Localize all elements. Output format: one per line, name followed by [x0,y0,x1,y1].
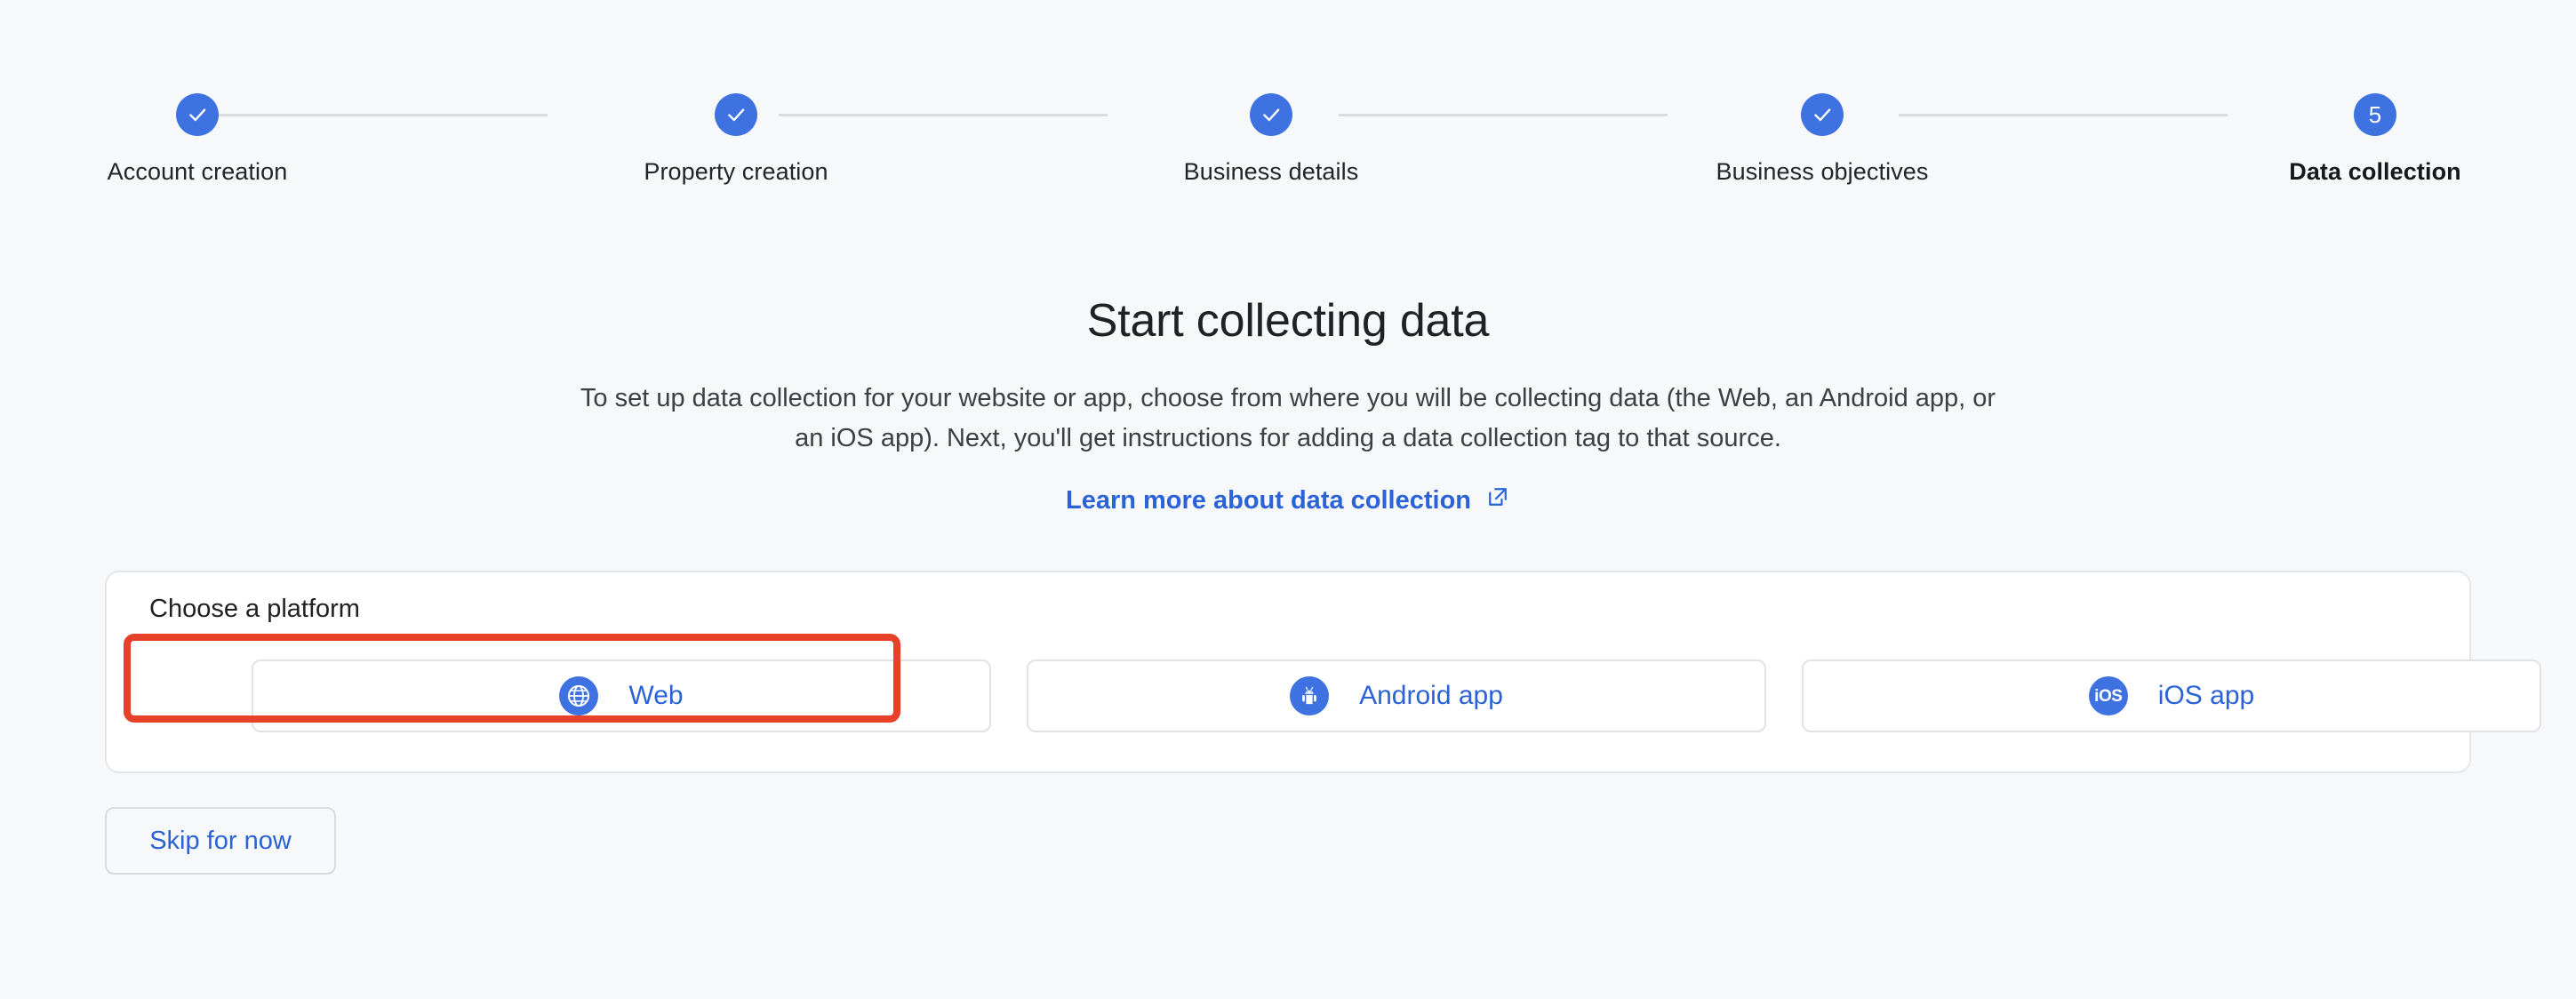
external-link-icon [1485,484,1510,516]
stepper-step-label: Account creation [107,158,288,185]
platform-option-android[interactable]: Android app [1027,659,1766,732]
skip-for-now-button[interactable]: Skip for now [105,807,336,875]
platform-option-label: Android app [1359,681,1503,710]
learn-more-label: Learn more about data collection [1065,485,1472,515]
step-number-badge: 5 [2354,93,2396,136]
stepper-connector-3 [1339,114,1668,116]
stepper-step-label: Property creation [644,158,828,185]
page-description: To set up data collection for your websi… [580,384,1996,452]
stepper-step-label: Business details [1183,158,1359,185]
hero-section: Start collecting data To set up data col… [0,293,2576,516]
stepper-step-account-creation[interactable]: Account creation [11,93,384,186]
stepper-step-business-details[interactable]: Business details [1084,93,1458,186]
platform-options-row: Web Android app iOS iOS app [107,659,2541,732]
platform-option-ios[interactable]: iOS iOS app [1802,659,2541,732]
ios-icon: iOS [2088,676,2128,715]
progress-stepper: Account creation Property creation Busin… [0,0,2576,240]
stepper-connector-4 [1899,114,2228,116]
check-icon [1250,93,1292,136]
stepper-connector-1 [219,114,548,116]
stepper-connector-2 [779,114,1108,116]
stepper-step-label: Business objectives [1716,158,1929,185]
check-icon [715,93,757,136]
check-icon [176,93,219,136]
stepper-step-label: Data collection [2289,158,2461,185]
choose-platform-label: Choose a platform [149,595,360,623]
stepper-step-property-creation[interactable]: Property creation [549,93,923,186]
page-title: Start collecting data [1086,295,1490,347]
stepper-step-business-objectives[interactable]: Business objectives [1636,93,2009,186]
platform-option-web[interactable]: Web [252,659,991,732]
step-number: 5 [2368,101,2382,128]
globe-icon [559,676,599,715]
learn-more-link[interactable]: Learn more about data collection [1066,484,1510,516]
check-icon [1801,93,1844,136]
platform-option-label: Web [628,681,684,710]
choose-platform-card: Choose a platform Web Android app iOS iO… [105,571,2541,773]
android-icon [1290,676,1330,715]
stepper-step-data-collection[interactable]: 5 Data collection [2188,93,2562,186]
platform-option-label: iOS app [2157,681,2255,710]
ios-icon-label: iOS [2094,686,2123,706]
